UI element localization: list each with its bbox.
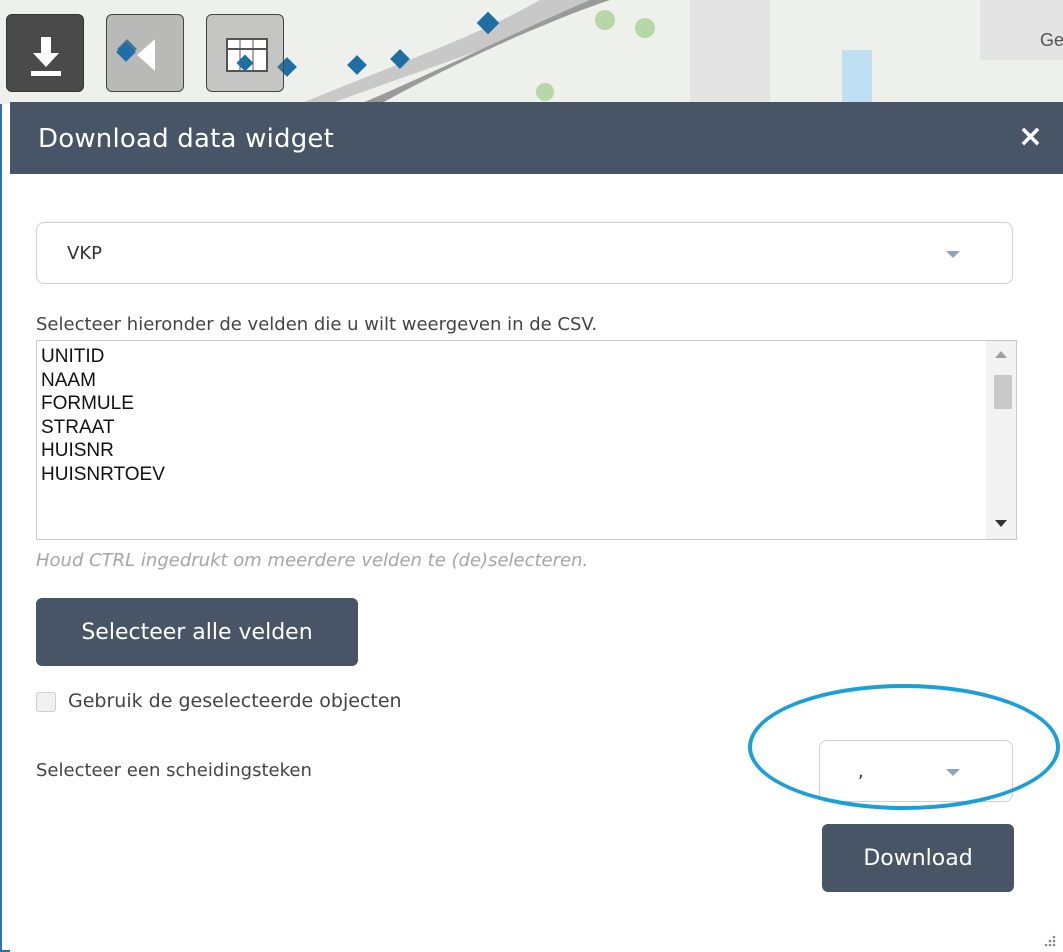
resize-handle-icon[interactable] bbox=[1043, 934, 1057, 948]
fields-listbox[interactable]: UNITID NAAM FORMULE STRAAT HUISNR HUISNR… bbox=[36, 340, 1017, 540]
table-icon bbox=[226, 38, 268, 72]
fields-hint: Houd CTRL ingedrukt om meerdere velden t… bbox=[36, 550, 589, 571]
download-icon bbox=[31, 37, 61, 76]
field-option[interactable]: HUISNRTOEV bbox=[41, 463, 1016, 487]
map-tree bbox=[536, 83, 554, 101]
map-tree bbox=[635, 18, 655, 38]
download-tool-button[interactable] bbox=[6, 14, 84, 92]
map-tree bbox=[595, 10, 615, 30]
widget-title: Download data widget bbox=[38, 124, 335, 154]
field-option[interactable]: FORMULE bbox=[41, 392, 1016, 416]
scroll-thumb[interactable] bbox=[994, 375, 1012, 409]
separator-select-value: , bbox=[858, 761, 864, 782]
close-icon[interactable]: × bbox=[1018, 122, 1043, 152]
select-all-fields-button[interactable]: Selecteer alle velden bbox=[36, 598, 358, 666]
map-label: Ge bbox=[1040, 30, 1063, 50]
layer-select[interactable]: VKP bbox=[36, 222, 1013, 284]
select-tool-button[interactable] bbox=[106, 14, 184, 92]
use-selected-checkbox[interactable] bbox=[36, 692, 56, 712]
separator-label: Selecteer een scheidingsteken bbox=[36, 760, 312, 781]
use-selected-label: Gebruik de geselecteerde objecten bbox=[68, 690, 402, 712]
select-icon bbox=[116, 39, 155, 71]
layer-select-value: VKP bbox=[67, 243, 102, 264]
scroll-up-icon[interactable] bbox=[995, 351, 1007, 358]
map-water bbox=[842, 50, 872, 104]
field-option[interactable]: STRAAT bbox=[41, 416, 1016, 440]
download-button[interactable]: Download bbox=[822, 824, 1014, 892]
field-option[interactable]: UNITID bbox=[41, 345, 1016, 369]
field-option[interactable]: NAAM bbox=[41, 369, 1016, 393]
listbox-scrollbar[interactable] bbox=[986, 341, 1016, 539]
map-marker[interactable] bbox=[347, 55, 367, 75]
map-building bbox=[690, 0, 770, 104]
table-tool-button[interactable] bbox=[206, 14, 284, 92]
field-option[interactable]: HUISNR bbox=[41, 439, 1016, 463]
fields-label: Selecteer hieronder de velden die u wilt… bbox=[36, 314, 598, 335]
chevron-down-icon bbox=[946, 251, 960, 258]
widget-header: Download data widget × bbox=[10, 102, 1063, 174]
chevron-down-icon bbox=[946, 769, 960, 776]
separator-select[interactable]: , bbox=[819, 740, 1013, 802]
scroll-down-icon[interactable] bbox=[995, 520, 1007, 527]
